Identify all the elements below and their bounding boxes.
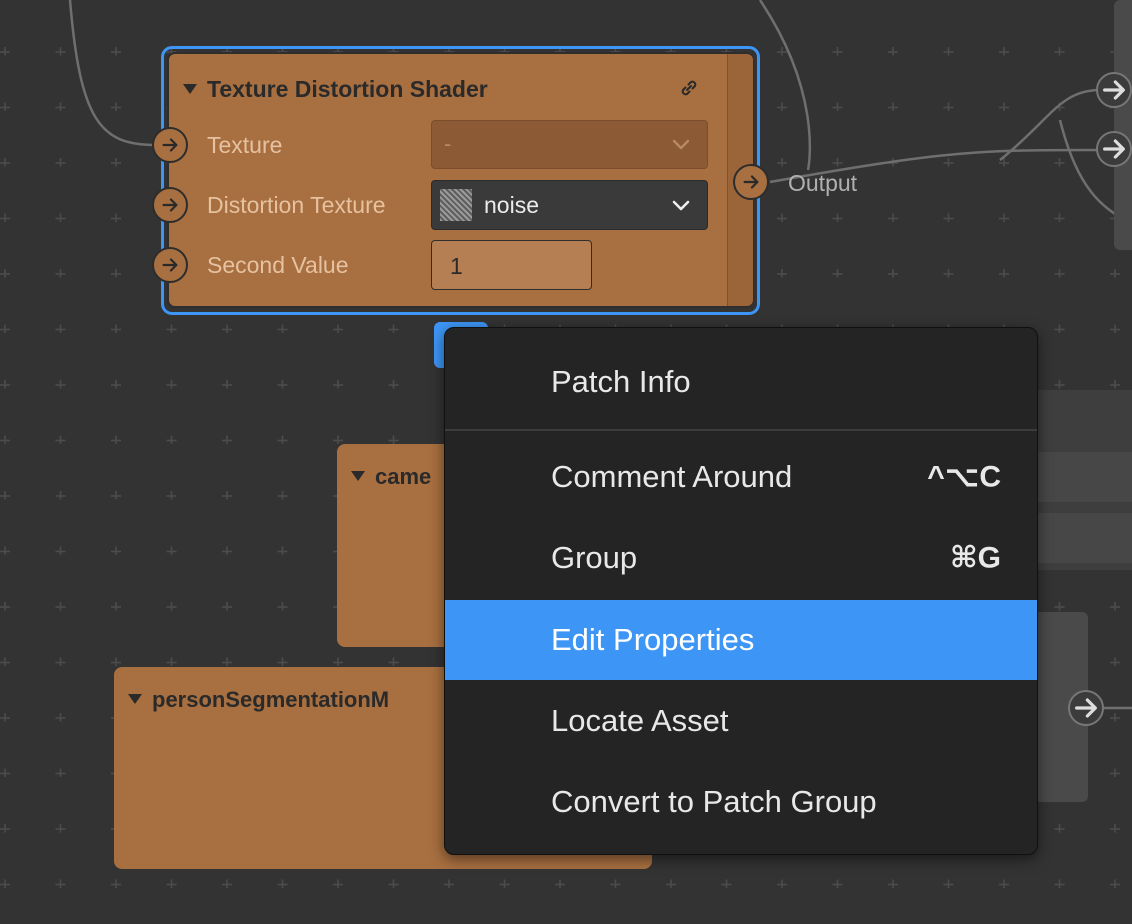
arrow-right-icon [162,138,178,152]
node-title: Texture Distortion Shader [183,76,488,103]
second-value-text: 1 [450,253,463,279]
camera-node-title-text: came [375,464,432,489]
context-menu: Patch Info Comment Around ^⌥C Group ⌘G E… [444,327,1038,855]
distortion-texture-value: noise [484,192,539,218]
distortion-texture-input-port[interactable] [152,187,188,223]
chevron-down-icon [672,200,690,211]
arrow-right-icon [1103,80,1125,100]
right-output-port-3[interactable] [1068,690,1104,726]
texture-select-value: - [444,131,452,156]
arrow-right-icon [743,175,759,189]
menu-item-edit-properties[interactable]: Edit Properties [445,600,1037,680]
second-value-field[interactable]: 1 [431,240,592,290]
second-value-input-port[interactable] [152,247,188,283]
arrow-right-icon [162,198,178,212]
output-port[interactable] [733,164,769,200]
menu-item-label: Convert to Patch Group [551,784,877,819]
right-output-port-1[interactable] [1096,72,1132,108]
link-icon[interactable] [677,76,701,100]
menu-item-patch-info[interactable]: Patch Info [445,342,1037,422]
menu-item-locate-asset[interactable]: Locate Asset [445,681,1037,761]
person-node-title: personSegmentationM [128,687,389,713]
menu-item-group[interactable]: Group ⌘G [445,518,1037,598]
menu-item-label: Edit Properties [551,622,755,657]
noise-thumbnail-icon [440,189,472,221]
menu-item-comment-around[interactable]: Comment Around ^⌥C [445,437,1037,517]
distortion-texture-input-label: Distortion Texture [207,192,386,218]
chevron-down-icon [672,139,690,150]
texture-input-label: Texture [207,132,283,158]
arrow-right-icon [1075,698,1097,718]
menu-item-shortcut: ⌘G [949,541,1001,575]
menu-separator [445,429,1037,431]
distortion-texture-select[interactable]: noise [431,180,708,230]
camera-node-title: came [351,464,431,490]
menu-item-label: Comment Around [551,459,793,494]
collapse-triangle-icon [128,694,142,705]
menu-item-label: Locate Asset [551,703,729,738]
menu-item-label: Group [551,540,638,575]
person-node-title-text: personSegmentationM [152,687,390,712]
right-patch-field [1030,452,1132,502]
menu-item-shortcut: ^⌥C [927,460,1001,494]
collapse-triangle-icon [351,471,365,482]
arrow-right-icon [1103,139,1125,159]
arrow-right-icon [162,258,178,272]
node-title-text: Texture Distortion Shader [207,76,488,102]
second-value-input-label: Second Value [207,252,349,278]
right-patch-field-2 [1030,513,1132,563]
texture-input-port[interactable] [152,127,188,163]
output-label: Output [788,170,858,196]
right-patch-panel [1114,0,1132,250]
menu-item-label: Patch Info [551,364,691,399]
texture-select[interactable]: - [431,120,708,169]
collapse-triangle-icon[interactable] [183,83,197,94]
menu-item-convert-to-patch-group[interactable]: Convert to Patch Group [445,762,1037,842]
right-output-port-2[interactable] [1096,131,1132,167]
